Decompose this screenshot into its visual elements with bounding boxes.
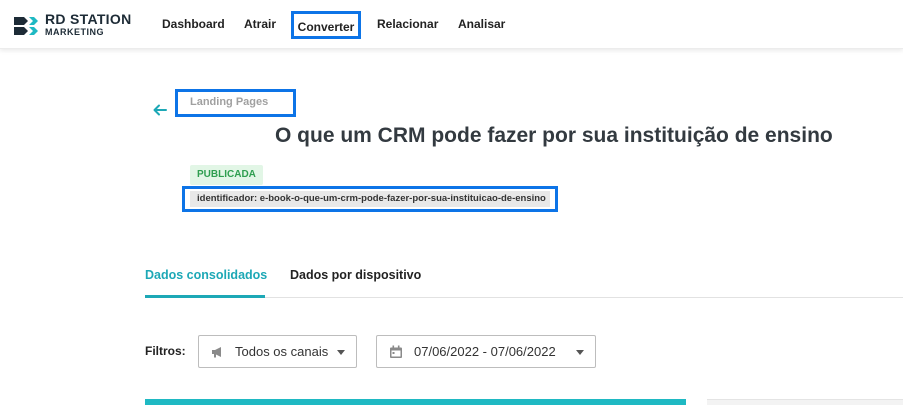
nav-dashboard[interactable]: Dashboard xyxy=(162,11,225,39)
identifier-text: identificador: e-book-o-que-um-crm-pode-… xyxy=(190,191,550,207)
filters-label: Filtros: xyxy=(145,344,186,358)
chevron-down-icon xyxy=(576,350,584,355)
active-tab-indicator xyxy=(145,295,265,298)
channels-select-value: Todos os canais xyxy=(235,344,329,359)
nav-atrair[interactable]: Atrair xyxy=(244,11,276,39)
date-range-select[interactable]: 07/06/2022 - 07/06/2022 xyxy=(376,335,596,368)
megaphone-icon xyxy=(212,347,221,358)
identifier-box: identificador: e-book-o-que-um-crm-pode-… xyxy=(182,186,558,212)
nav-converter[interactable]: Converter xyxy=(291,11,361,39)
status-badge: PUBLICADA xyxy=(190,165,263,185)
logo-text-brand: RD STATION xyxy=(45,11,132,27)
rd-logo-icon xyxy=(14,17,38,35)
calendar-icon xyxy=(390,345,402,358)
tab-dados-consolidados[interactable]: Dados consolidados xyxy=(145,268,267,282)
date-range-value: 07/06/2022 - 07/06/2022 xyxy=(414,344,556,359)
channels-select[interactable]: Todos os canais xyxy=(198,335,357,368)
summary-card-header xyxy=(145,399,686,405)
breadcrumb-landing-pages[interactable]: Landing Pages xyxy=(175,89,296,117)
nav-relacionar[interactable]: Relacionar xyxy=(377,11,438,39)
tab-dados-por-dispositivo[interactable]: Dados por dispositivo xyxy=(290,268,421,282)
page-title: O que um CRM pode fazer por sua institui… xyxy=(275,124,833,147)
side-card-top xyxy=(707,399,903,405)
rd-station-logo[interactable]: RD STATION MARKETING xyxy=(12,11,132,39)
back-arrow-icon[interactable] xyxy=(152,102,168,118)
chevron-down-icon xyxy=(337,350,345,355)
logo-text-product: MARKETING xyxy=(45,27,104,37)
top-header: RD STATION MARKETING Dashboard Atrair Co… xyxy=(0,0,903,49)
nav-analisar[interactable]: Analisar xyxy=(458,11,505,39)
